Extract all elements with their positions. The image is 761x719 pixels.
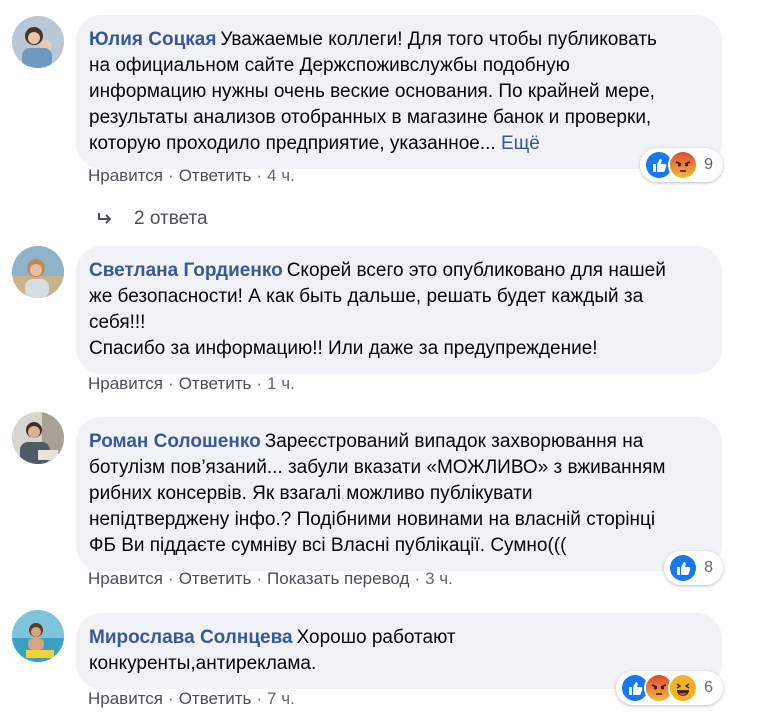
like-button[interactable]: Нравится [88,374,163,393]
avatar-photo-icon [12,610,64,662]
reaction-count: 6 [704,679,713,696]
like-button[interactable]: Нравится [88,689,163,708]
reply-button[interactable]: Ответить [179,374,252,393]
like-button[interactable]: Нравится [88,569,163,588]
reactions-summary[interactable]: 8 [664,551,723,585]
avatar[interactable] [12,412,64,464]
angry-icon [668,150,699,180]
comment-author[interactable]: Роман Солошенко [89,431,261,452]
reactions-summary[interactable]: 6 [616,671,723,705]
separator-dot: · [414,569,421,588]
avatar[interactable] [12,16,64,68]
avatar[interactable] [12,610,64,662]
like-icon [668,553,699,583]
like-button[interactable]: Нравится [88,166,163,185]
see-more-link[interactable]: Ещё [501,133,540,154]
separator-dot: · [256,689,263,708]
view-replies-link[interactable]: 2 ответа [96,208,208,230]
show-translation-button[interactable]: Показать перевод [267,569,409,588]
comment-actions: Нравится · Ответить · 7 ч. [88,689,295,709]
comment-text-line: Хорошо работают [296,627,456,648]
comment-text-line: ФБ Ви піддаєте сумніву всі Власні публік… [89,535,567,556]
comment-actions: Нравится · Ответить · Показать перевод · 3 ч. [88,569,453,589]
avatar[interactable] [12,246,64,298]
reactions-summary[interactable]: 9 [640,148,723,182]
separator-dot: · [256,166,263,185]
comment-timestamp[interactable]: 3 ч. [425,569,453,588]
comment-text-line: ботулізм пов’язаний... забули вказати «М… [89,457,666,478]
separator-dot: · [168,374,174,393]
separator-dot: · [168,689,174,708]
comment-text-line: результаты анализов отобранных в магазин… [89,107,652,128]
comment-author[interactable]: Светлана Гордиенко [89,260,283,281]
comment-text-line: Скорей всего это опубликовано для нашей [286,260,666,281]
avatar-photo-icon [12,412,64,464]
comment-actions: Нравится · Ответить · 4 ч. [88,166,295,186]
comment-text-line: Зареєстрований випадок захворювання на [264,431,644,452]
comment-text-line: же безопасности! А как быть дальше, реша… [89,286,644,307]
comment-author[interactable]: Мирослава Солнцева [89,627,293,648]
comment-actions: Нравится · Ответить · 1 ч. [88,374,295,394]
reaction-count: 9 [704,156,713,173]
reply-button[interactable]: Ответить [179,689,252,708]
comment-author[interactable]: Юлия Соцкая [89,29,216,50]
separator-dot: · [256,569,263,588]
comment-text-line: конкуренты,антиреклама. [89,653,317,674]
replies-count-label: 2 ответа [134,208,208,229]
haha-icon [668,673,699,703]
reply-button[interactable]: Ответить [179,166,252,185]
comment-text-line: информацию нужны очень веские основания.… [89,81,655,102]
comment-text-line: рибних консервів. Як взагалі можливо пуб… [89,483,533,504]
avatar-photo-icon [12,246,64,298]
comment-timestamp[interactable]: 1 ч. [267,374,295,393]
reply-arrow-icon [98,213,112,224]
reaction-count: 8 [704,559,713,576]
comment-text-line: на официальном сайте Держспоживслужбы по… [89,55,570,76]
comment-timestamp[interactable]: 7 ч. [267,689,295,708]
comment-bubble: Юлия Соцкая Уважаемые коллеги! Для того ч… [76,15,722,169]
reply-button[interactable]: Ответить [179,569,252,588]
comment-bubble: Роман Солошенко Зареєстрований випадок за… [76,417,722,571]
comment-text-line: Уважаемые коллеги! Для того чтобы публик… [220,29,657,50]
separator-dot: · [256,374,263,393]
comment-timestamp[interactable]: 4 ч. [267,166,295,185]
comment-bubble: Светлана Гордиенко Скорей всего это опубл… [76,246,722,374]
comment-text-line: себя!!! [89,312,146,333]
separator-dot: · [168,166,174,185]
comment-text-line: которую проходило предприятие, указанное… [89,133,496,154]
comment-text-line: непідтверджену інфо.? Подібними новинами… [89,509,656,530]
avatar-photo-icon [12,16,64,68]
comment-text-line: Спасибо за информацию!! Или даже за пред… [89,338,598,359]
separator-dot: · [168,569,174,588]
